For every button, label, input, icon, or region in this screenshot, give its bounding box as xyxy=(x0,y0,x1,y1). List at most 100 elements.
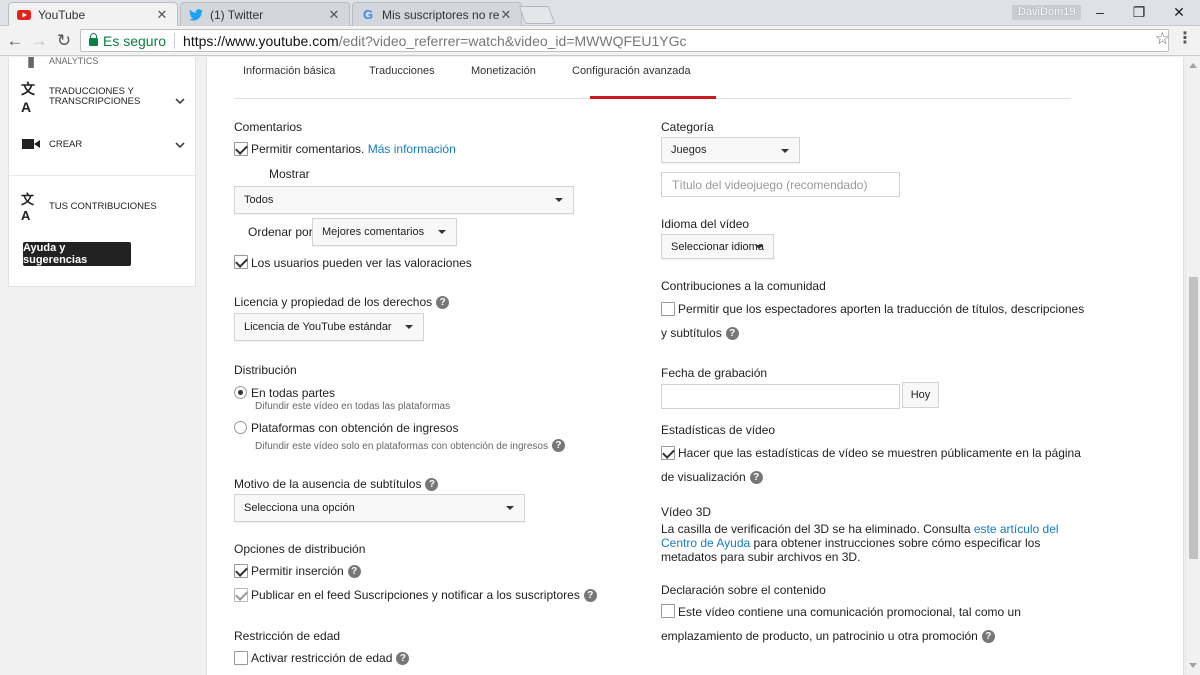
minimize-icon[interactable]: – xyxy=(1083,2,1117,22)
restore-icon[interactable]: ❐ xyxy=(1122,2,1156,22)
chevron-down-icon xyxy=(755,245,763,249)
content-declaration-label-2: emplazamiento de producto, un patrocinio… xyxy=(661,629,995,643)
new-tab-button[interactable] xyxy=(518,6,556,24)
address-bar[interactable]: Es seguro https://www.youtube.com/edit?v… xyxy=(80,29,1169,52)
help-icon[interactable]: ? xyxy=(981,630,995,643)
browser-tab-google[interactable]: G Mis suscriptores no recib ✕ xyxy=(352,2,522,26)
distribution-heading: Distribución xyxy=(234,363,297,377)
tab-basic-info[interactable]: Información básica xyxy=(243,65,335,77)
help-icon[interactable]: ? xyxy=(725,327,739,340)
license-select[interactable]: Licencia de YouTube estándar xyxy=(234,313,424,341)
translate-icon: 文A xyxy=(21,81,35,115)
community-heading: Contribuciones a la comunidad xyxy=(661,279,826,293)
age-restriction-checkbox[interactable] xyxy=(234,651,248,665)
select-value: Mejores comentarios xyxy=(322,226,425,238)
distribution-monetized-radio[interactable] xyxy=(234,421,247,434)
chevron-down-icon[interactable] xyxy=(175,140,185,150)
help-feedback-button[interactable]: Ayuda y sugerencias xyxy=(23,242,131,266)
sidebar-item-label: TUS CONTRIBUCIONES xyxy=(49,200,157,212)
bookmark-star-icon[interactable]: ☆ xyxy=(1155,29,1170,49)
scroll-thumb[interactable] xyxy=(1189,277,1198,559)
allow-comments-checkbox[interactable] xyxy=(234,142,248,156)
show-comments-select[interactable]: Todos xyxy=(234,186,574,214)
recording-date-input[interactable] xyxy=(661,384,900,409)
video-stats-checkbox[interactable] xyxy=(661,446,675,460)
close-window-icon[interactable]: ✕ xyxy=(1162,2,1196,22)
help-icon[interactable]: ? xyxy=(583,589,597,602)
help-icon[interactable]: ? xyxy=(396,652,410,665)
scroll-up-icon[interactable] xyxy=(1189,63,1197,68)
content-declaration-checkbox[interactable] xyxy=(661,604,675,618)
more-menu-icon[interactable]: ⋮ xyxy=(1177,28,1193,48)
video-stats-heading: Estadísticas de vídeo xyxy=(661,423,776,437)
language-select[interactable]: Seleccionar idioma xyxy=(661,234,774,259)
allow-embed-label: Permitir inserción xyxy=(251,564,344,578)
help-icon[interactable]: ? xyxy=(749,471,763,484)
allow-embed-checkbox[interactable] xyxy=(234,564,248,578)
help-icon[interactable]: ? xyxy=(551,439,565,452)
sidebar-item-create[interactable]: CREAR xyxy=(21,134,82,154)
subtitles-heading: Motivo de la ausencia de subtítulos? xyxy=(234,477,439,491)
game-title-input[interactable]: Título del videojuego (recomendado) xyxy=(661,172,900,197)
video-3d-heading: Vídeo 3D xyxy=(661,505,712,519)
show-ratings-checkbox[interactable] xyxy=(234,255,248,269)
chevron-down-icon[interactable] xyxy=(175,96,185,106)
tab-advanced-settings[interactable]: Configuración avanzada xyxy=(572,65,691,77)
category-select[interactable]: Juegos xyxy=(661,137,800,163)
tab-monetization[interactable]: Monetización xyxy=(471,65,536,77)
close-tab-icon[interactable]: ✕ xyxy=(499,7,513,23)
secure-indicator[interactable]: Es seguro xyxy=(87,33,166,49)
license-heading: Licencia y propiedad de los derechos? xyxy=(234,295,450,309)
page-scrollbar[interactable] xyxy=(1185,57,1200,675)
publish-feed-row: Publicar en el feed Suscripciones y noti… xyxy=(251,588,597,602)
help-icon[interactable]: ? xyxy=(425,478,439,491)
browser-tab-twitter[interactable]: (1) Twitter ✕ xyxy=(180,2,350,26)
tab-translations[interactable]: Traducciones xyxy=(369,65,435,77)
tab-title: YouTube xyxy=(38,7,86,22)
back-icon[interactable]: ← xyxy=(4,30,26,52)
sub-text: Difundir este vídeo solo en plataformas … xyxy=(255,441,548,452)
profile-chip[interactable]: DaviDom19 xyxy=(1012,5,1082,20)
twitter-icon xyxy=(189,8,203,22)
today-button[interactable]: Hoy xyxy=(902,382,939,408)
help-icon[interactable]: ? xyxy=(347,565,361,578)
help-center-link[interactable]: Centro de Ayuda xyxy=(661,536,750,550)
sidebar-item-label: CREAR xyxy=(49,138,83,150)
scroll-down-icon[interactable] xyxy=(1189,663,1197,668)
select-value: Selecciona una opción xyxy=(244,502,355,514)
reload-icon[interactable]: ↻ xyxy=(53,30,75,52)
heading-text: Licencia y propiedad de los derechos xyxy=(234,295,433,309)
label-text: y subtítulos xyxy=(661,326,722,340)
language-heading: Idioma del vídeo xyxy=(661,217,750,231)
distribution-everywhere-radio[interactable] xyxy=(234,386,247,399)
community-contrib-checkbox[interactable] xyxy=(661,302,675,316)
publish-feed-checkbox[interactable] xyxy=(234,588,248,602)
sidebar-item-label: ANALYTICS xyxy=(49,57,99,66)
label-text: de visualización xyxy=(661,470,746,484)
analytics-icon: ▮ xyxy=(26,57,36,70)
video-stats-label-2: de visualización? xyxy=(661,470,763,484)
forward-icon[interactable]: → xyxy=(28,30,50,52)
translate-icon: 文A xyxy=(21,192,35,223)
publish-feed-label: Publicar en el feed Suscripciones y noti… xyxy=(251,588,580,602)
help-icon[interactable]: ? xyxy=(436,296,450,309)
order-by-select[interactable]: Mejores comentarios xyxy=(312,218,457,246)
sidebar-item-analytics[interactable]: ▮ ANALYTICS xyxy=(21,57,99,71)
help-article-link[interactable]: este artículo del xyxy=(974,522,1059,536)
show-label: Mostrar xyxy=(269,167,310,181)
more-info-link[interactable]: Más información xyxy=(368,142,456,156)
sidebar-item-translations[interactable]: 文A TRADUCCIONES Y TRANSCRIPCIONES xyxy=(21,81,187,115)
close-tab-icon[interactable]: ✕ xyxy=(155,7,169,23)
age-restriction-row: Activar restricción de edad? xyxy=(251,651,410,665)
browser-tab-strip: YouTube ✕ (1) Twitter ✕ G Mis suscriptor… xyxy=(0,0,1200,26)
chevron-down-icon xyxy=(405,325,413,329)
age-restriction-heading: Restricción de edad xyxy=(234,629,341,643)
secure-label: Es seguro xyxy=(103,32,167,49)
subtitles-reason-select[interactable]: Selecciona una opción xyxy=(234,494,525,522)
close-tab-icon[interactable]: ✕ xyxy=(327,7,341,23)
distribution-monetized-label: Plataformas con obtención de ingresos xyxy=(251,421,459,435)
chevron-down-icon xyxy=(438,230,446,234)
order-by-label: Ordenar por xyxy=(248,225,313,239)
sidebar-item-contributions[interactable]: 文A TUS CONTRIBUCIONES xyxy=(21,192,157,223)
browser-tab-youtube[interactable]: YouTube ✕ xyxy=(8,2,178,26)
